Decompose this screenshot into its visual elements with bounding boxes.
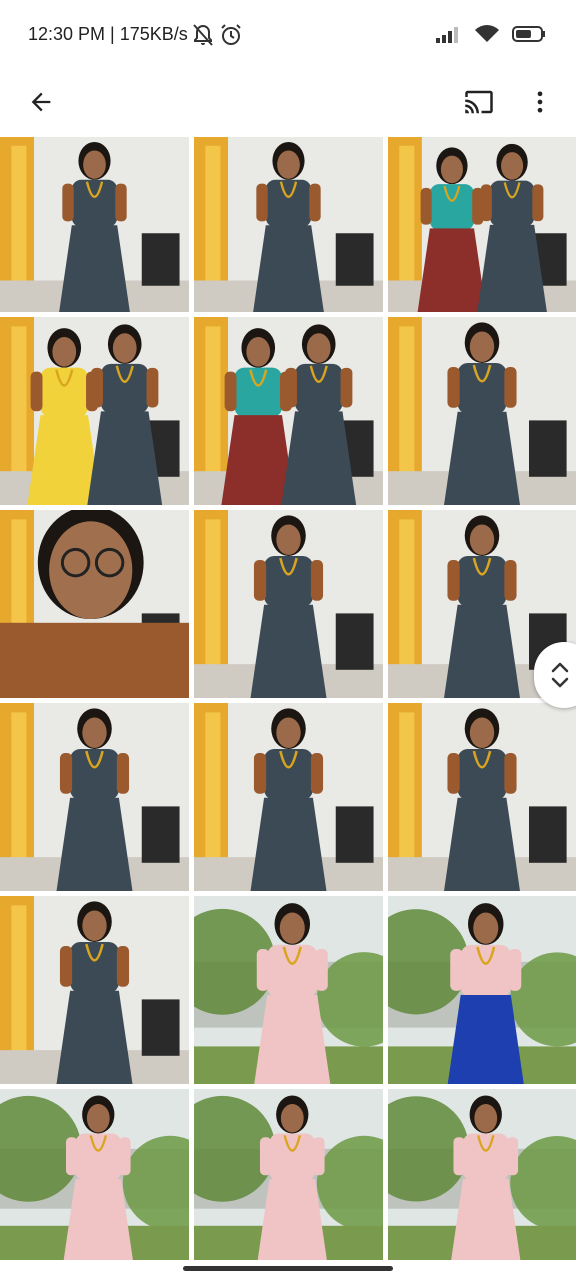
photo-thumbnail[interactable] [0,317,189,505]
photo-thumbnail[interactable] [194,1089,383,1260]
bell-muted-icon [192,22,214,48]
photo-thumbnail[interactable] [194,137,383,312]
photo-thumbnail[interactable] [388,896,576,1084]
battery-icon [512,26,546,47]
photo-thumbnail[interactable] [388,137,576,312]
photo-thumbnail[interactable] [194,510,383,698]
cast-icon [465,90,493,114]
photo-thumbnail[interactable] [194,703,383,891]
arrow-back-icon [31,92,51,112]
photo-thumbnail[interactable] [194,896,383,1084]
photo-thumbnail[interactable] [194,317,383,505]
photo-thumbnail[interactable] [0,703,189,891]
alarm-icon [219,22,243,48]
photo-thumbnail[interactable] [0,137,189,312]
photo-thumbnail[interactable] [0,896,189,1084]
more-options-button[interactable] [516,78,564,126]
photo-thumbnail[interactable] [388,1089,576,1260]
photo-thumbnail[interactable] [388,317,576,505]
more-vert-icon [537,91,543,113]
wifi-icon [474,24,500,49]
back-button[interactable] [17,78,65,126]
signal-icon [436,25,462,48]
home-gesture-pill[interactable] [183,1266,393,1271]
photo-thumbnail[interactable] [388,703,576,891]
status-bar: 12:30 PM | 175KB/s [0,0,576,72]
photo-thumbnail[interactable] [0,1089,189,1260]
app-bar [0,72,576,134]
photo-grid [0,137,576,1260]
drag-scroll-icon [551,662,569,688]
photo-thumbnail[interactable] [0,510,189,698]
system-nav-bar [0,1260,576,1280]
cast-button[interactable] [455,78,503,126]
status-time: 12:30 PM | 175KB/s [28,24,188,44]
